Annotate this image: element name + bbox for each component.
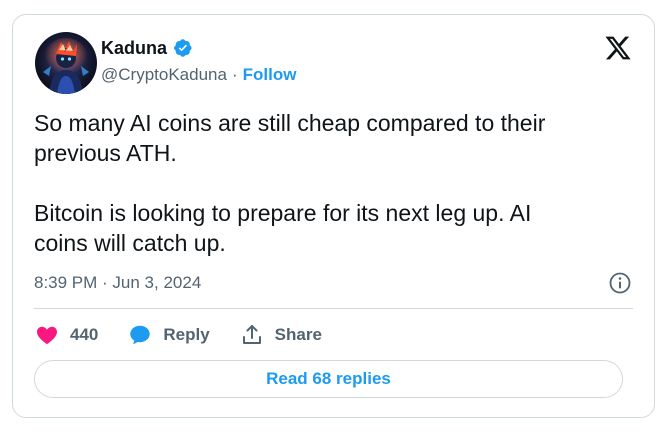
reply-button[interactable]: Reply: [128, 323, 210, 347]
author-name-row: Kaduna: [101, 37, 193, 59]
author-handle[interactable]: @CryptoKaduna: [101, 64, 227, 86]
follow-button[interactable]: Follow: [243, 64, 297, 86]
read-replies-button[interactable]: Read 68 replies: [34, 360, 623, 398]
share-upload-icon: [240, 323, 264, 347]
heart-icon: [35, 323, 59, 347]
share-button[interactable]: Share: [240, 323, 322, 347]
speech-bubble-icon: [128, 323, 152, 347]
avatar[interactable]: [35, 32, 97, 94]
author-display-name[interactable]: Kaduna: [101, 37, 167, 59]
share-label: Share: [274, 325, 322, 344]
verified-badge-icon: [173, 38, 193, 58]
divider: [34, 308, 633, 309]
separator-dot: ·: [231, 65, 238, 84]
reply-label: Reply: [163, 325, 210, 344]
x-logo-icon[interactable]: [604, 34, 632, 62]
info-icon[interactable]: [608, 271, 632, 295]
like-count: 440: [70, 325, 99, 344]
avatar-image: [35, 32, 97, 94]
tweet-actions: 440 Reply Share: [35, 321, 352, 349]
tweet-text: So many AI coins are still cheap compare…: [34, 110, 546, 256]
like-button[interactable]: 440: [35, 323, 98, 347]
author-handle-row: @CryptoKaduna · Follow: [101, 64, 296, 86]
tweet-card: Kaduna @CryptoKaduna · Follow So many AI…: [12, 14, 655, 418]
tweet-timestamp[interactable]: 8:39 PM · Jun 3, 2024: [34, 272, 201, 294]
